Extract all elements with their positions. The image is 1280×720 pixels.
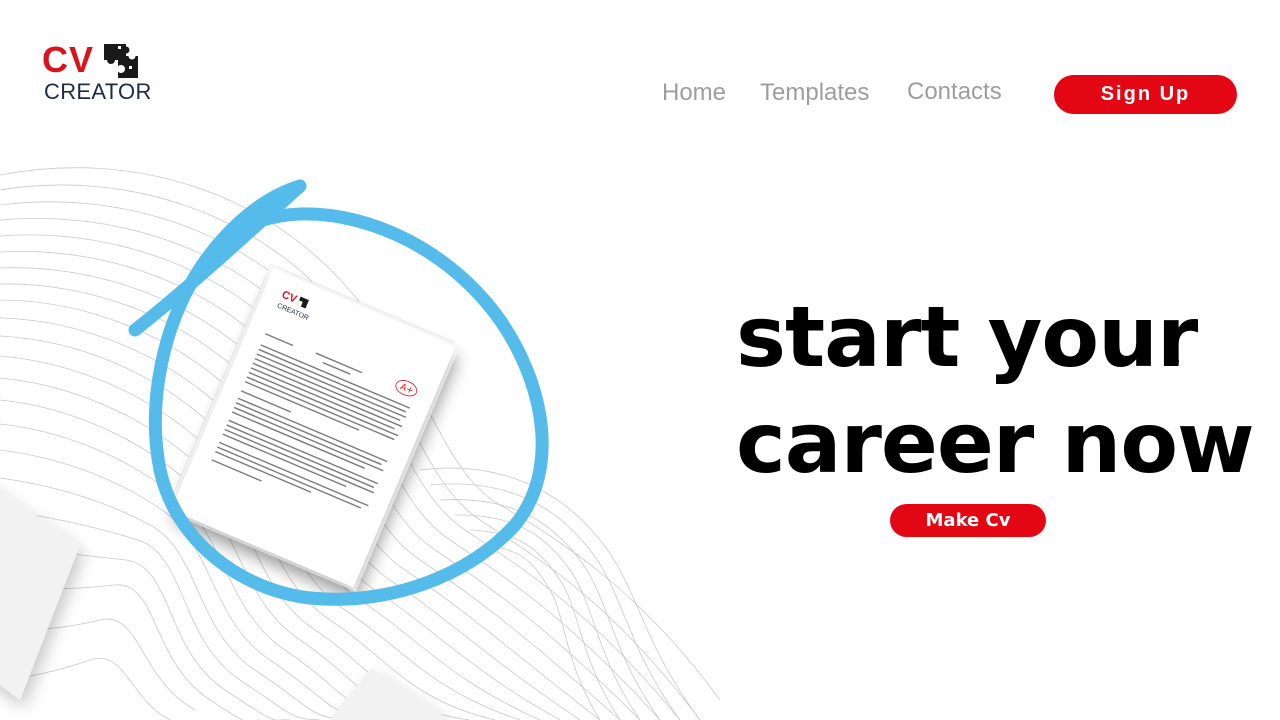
nav-home-link[interactable]: Home [662,78,726,108]
nav-templates-link[interactable]: Templates [760,78,869,108]
paper-left [0,490,80,700]
hero-headline-dots: .. [1168,347,1181,368]
nav-contacts-link[interactable]: Contacts [907,77,1002,107]
puzzle-icon [104,44,138,78]
hero-illustration: CV CREATOR A+ [0,167,720,720]
sign-up-button[interactable]: Sign Up [1054,75,1237,114]
hero-headline-line-1: start your [736,288,1198,386]
resume-document: CV CREATOR A+ [168,264,459,592]
make-cv-button[interactable]: Make Cv [890,504,1046,537]
hero-headline-line-2: career now [736,394,1255,492]
paper-bottom [330,668,450,720]
